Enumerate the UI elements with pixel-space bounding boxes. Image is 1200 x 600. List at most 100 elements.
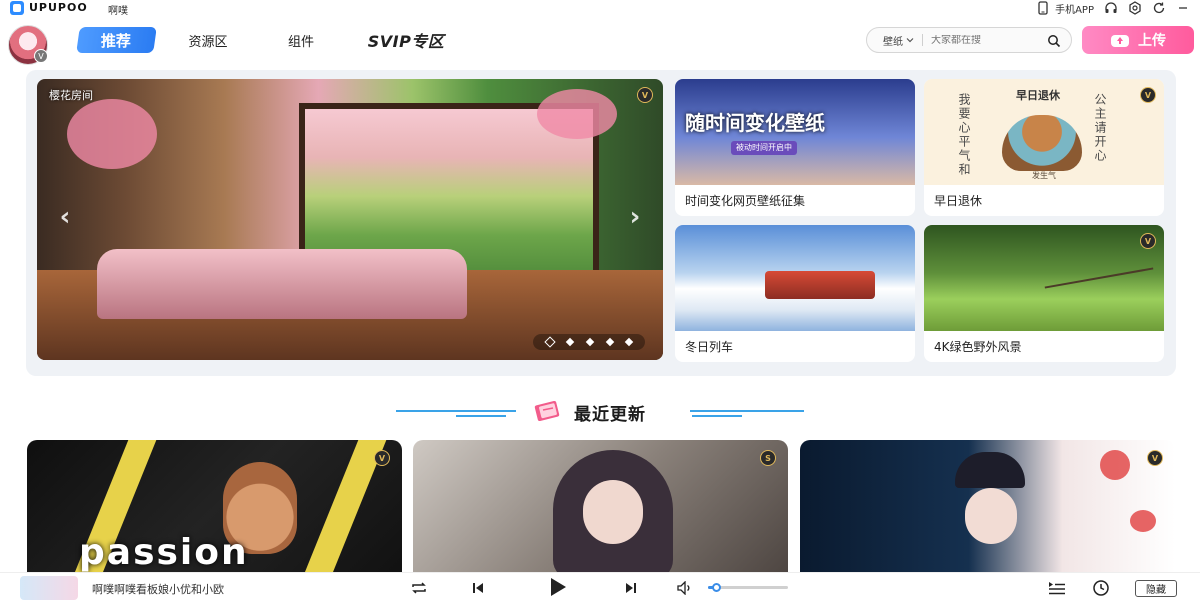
mobile-app-link[interactable]: 手机APP <box>1036 1 1094 16</box>
upload-icon <box>1111 35 1129 47</box>
card-image-text: 公主请开心 <box>1093 93 1107 163</box>
hero-carousel[interactable]: 樱花房间 V ‹ › <box>37 79 663 360</box>
card-image-text: 随时间变化壁纸 <box>685 111 825 135</box>
section-divider-right <box>692 415 742 417</box>
username-label: 啊噗 <box>108 6 128 17</box>
minimize-icon[interactable] <box>1176 1 1190 15</box>
card-thumbnail <box>675 225 915 331</box>
volume-slider[interactable] <box>708 583 788 592</box>
refresh-icon[interactable] <box>1152 1 1166 15</box>
section-header: 最近更新 <box>0 396 1200 426</box>
tab-widgets[interactable]: 组件 <box>266 27 336 53</box>
recent-card[interactable]: passion V <box>27 440 402 580</box>
volume-slider-handle[interactable] <box>712 583 721 592</box>
carousel-dot[interactable] <box>544 336 556 348</box>
search-icon[interactable] <box>1047 34 1061 48</box>
recent-card[interactable]: V <box>800 440 1175 580</box>
hero-title: 樱花房间 <box>49 89 93 102</box>
card-thumbnail: 随时间变化壁纸 被动时间开启中 <box>675 79 915 185</box>
title-bar: UPUPOO 啊噗 手机APP <box>0 0 1200 17</box>
flower-decoration <box>1130 510 1156 532</box>
top-nav: V 推荐 资源区 组件 SVIP专区 壁纸 上传 <box>0 18 1200 65</box>
card-caption: 早日退休 <box>934 194 983 208</box>
fence-illustration <box>1044 267 1154 289</box>
now-playing-title: 啊噗啊噗看板娘小优和小欧 <box>92 583 224 596</box>
headset-icon[interactable] <box>1104 1 1118 15</box>
character-face <box>965 488 1017 544</box>
featured-card[interactable]: 随时间变化壁纸 被动时间开启中 时间变化网页壁纸征集 <box>675 79 915 216</box>
avatar-vip-badge: V <box>34 49 48 63</box>
chevron-down-icon <box>906 38 914 43</box>
featured-card[interactable]: V 4K绿色野外风景 <box>924 225 1164 362</box>
card-caption: 时间变化网页壁纸征集 <box>685 194 806 208</box>
carousel-dot[interactable] <box>566 337 575 347</box>
vip-badge: V <box>1140 87 1156 103</box>
card-caption: 冬日列车 <box>685 340 734 354</box>
search-type-label: 壁纸 <box>883 36 903 48</box>
hide-player-button[interactable]: 隐藏 <box>1135 580 1177 597</box>
card-image-small-text: 发生气 <box>1032 171 1056 180</box>
tab-resources-label: 资源区 <box>188 34 228 50</box>
carousel-dot[interactable] <box>605 337 614 347</box>
vip-badge: V <box>637 87 653 103</box>
capybara-illustration <box>1002 115 1082 171</box>
recent-card[interactable]: S <box>413 440 788 580</box>
character-image <box>955 452 1025 488</box>
train-illustration <box>765 271 875 299</box>
book-icon <box>534 401 560 421</box>
gear-icon[interactable] <box>1128 1 1142 15</box>
volume-icon[interactable] <box>674 577 696 599</box>
card-thumbnail: 我要心平气和 早日退休 公主请开心 发生气 V <box>924 79 1164 185</box>
carousel-dots <box>533 334 645 350</box>
history-icon[interactable] <box>1090 577 1112 599</box>
card-image-text: 我要心平气和 <box>957 93 971 177</box>
app-logo-icon <box>10 1 24 15</box>
search-type-select[interactable]: 壁纸 <box>883 33 914 48</box>
playlist-icon[interactable] <box>1046 577 1068 599</box>
tab-svip[interactable]: SVIP专区 <box>356 27 456 53</box>
card-image-subtext: 被动时间开启中 <box>731 141 797 155</box>
section-divider-right <box>690 410 804 412</box>
flower-decoration <box>1100 450 1130 480</box>
card-overlay-text: passion <box>79 532 249 573</box>
svip-badge: S <box>760 450 776 466</box>
carousel-dot[interactable] <box>624 337 634 347</box>
tab-svip-label: SVIP专区 <box>367 32 445 51</box>
skip-next-icon[interactable] <box>620 577 642 599</box>
tab-resources[interactable]: 资源区 <box>170 27 246 53</box>
hero-bed-image <box>97 249 467 319</box>
section-divider-left <box>396 410 516 412</box>
vip-badge: V <box>374 450 390 466</box>
app-logo-text: UPUPOO <box>29 1 88 14</box>
card-thumbnail: V <box>924 225 1164 331</box>
card-image-title: 早日退休 <box>1016 89 1060 102</box>
repeat-icon[interactable] <box>408 577 430 599</box>
search-divider <box>922 34 923 46</box>
blossom-decoration <box>67 99 157 169</box>
card-caption: 4K绿色野外风景 <box>934 340 1022 354</box>
carousel-dot[interactable] <box>585 337 595 347</box>
skip-previous-icon[interactable] <box>467 577 489 599</box>
music-player-bar: 啊噗啊噗看板娘小优和小欧 隐藏 <box>0 572 1200 600</box>
featured-card[interactable]: 冬日列车 <box>675 225 915 362</box>
phone-icon <box>1038 1 1048 15</box>
section-divider-left <box>456 415 506 417</box>
titlebar-controls: 手机APP <box>1036 0 1190 16</box>
section-title: 最近更新 <box>574 405 646 425</box>
search-input[interactable] <box>931 34 1031 46</box>
blossom-decoration <box>537 89 617 139</box>
carousel-next-icon[interactable]: › <box>623 204 647 230</box>
tab-recommend[interactable]: 推荐 <box>76 27 157 53</box>
upload-label: 上传 <box>1138 33 1166 49</box>
play-icon[interactable] <box>544 574 570 600</box>
carousel-prev-icon[interactable]: ‹ <box>53 204 77 230</box>
featured-panel: 樱花房间 V ‹ › 随时间变化壁纸 被动时间开启中 时间变化网页壁纸征集 我要… <box>26 70 1176 376</box>
featured-card[interactable]: 我要心平气和 早日退休 公主请开心 发生气 V 早日退休 <box>924 79 1164 216</box>
search-box: 壁纸 <box>866 27 1072 53</box>
upload-button[interactable]: 上传 <box>1082 26 1194 54</box>
tab-recommend-label: 推荐 <box>101 31 132 50</box>
vip-badge: V <box>1140 233 1156 249</box>
mobile-app-label: 手机APP <box>1055 4 1094 16</box>
vip-badge: V <box>1147 450 1163 466</box>
now-playing-thumbnail[interactable] <box>20 576 78 600</box>
